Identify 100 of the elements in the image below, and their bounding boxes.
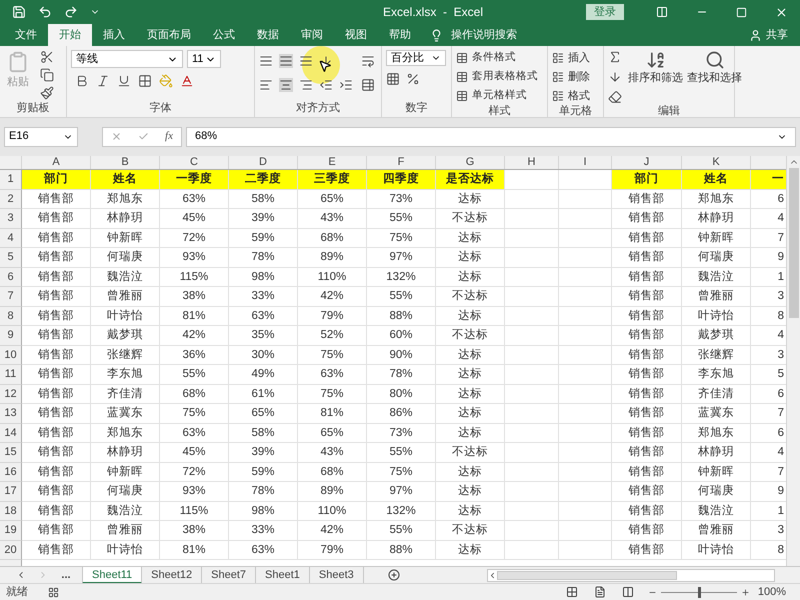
align-right-icon[interactable] xyxy=(299,78,313,92)
scroll-left-icon[interactable] xyxy=(488,570,497,580)
style-menu-button[interactable]: 单元格样式 xyxy=(456,88,538,104)
column-header[interactable]: D xyxy=(229,156,298,169)
italic-icon[interactable] xyxy=(96,74,110,88)
row-number[interactable]: 14 xyxy=(0,424,22,443)
maximize-icon[interactable] xyxy=(736,6,747,18)
align-center-icon[interactable] xyxy=(279,78,293,92)
cells-menu-button[interactable]: 插入 xyxy=(552,50,590,66)
zoom-slider[interactable] xyxy=(660,586,737,598)
share-button[interactable]: 共享 xyxy=(749,24,800,46)
row-number[interactable]: 4 xyxy=(0,228,22,248)
font-name-field[interactable]: 等线 xyxy=(71,50,183,68)
row-number[interactable]: 7 xyxy=(0,287,22,306)
align-bottom-icon[interactable] xyxy=(299,54,313,68)
login-button[interactable]: 登录 xyxy=(586,4,624,20)
formula-field[interactable]: 68% xyxy=(186,126,796,146)
row-number[interactable]: 20 xyxy=(0,540,22,560)
cells-menu-button[interactable]: 格式 xyxy=(552,88,590,104)
zoom-level[interactable]: 100% xyxy=(758,584,786,600)
insert-function-button[interactable]: fx xyxy=(165,128,173,145)
ribbon-tab[interactable]: 文件 xyxy=(4,24,48,46)
row-number[interactable]: 2 xyxy=(0,190,22,209)
horizontal-scrollbar[interactable] xyxy=(487,568,775,582)
indent-increase-icon[interactable] xyxy=(339,78,353,92)
ribbon-tab[interactable]: 审阅 xyxy=(290,24,334,46)
indent-decrease-icon[interactable] xyxy=(319,78,333,92)
clear-icon[interactable] xyxy=(608,90,622,104)
add-sheet-icon[interactable] xyxy=(388,569,400,581)
cut-icon[interactable] xyxy=(40,50,54,64)
column-header[interactable]: I xyxy=(559,156,612,169)
row-number[interactable]: 8 xyxy=(0,306,22,326)
number-format-field[interactable]: 百分比 xyxy=(386,50,446,66)
align-middle-icon[interactable] xyxy=(279,54,293,68)
fill-icon[interactable] xyxy=(608,70,622,84)
zoom-in-icon[interactable] xyxy=(740,588,750,596)
ribbon-tab[interactable]: 数据 xyxy=(246,24,290,46)
ribbon-display-icon[interactable] xyxy=(656,6,668,18)
scroll-thumb[interactable] xyxy=(788,168,798,318)
font-size-field[interactable]: 11 xyxy=(187,50,221,68)
column-header[interactable]: G xyxy=(436,156,505,169)
ribbon-tab[interactable]: 视图 xyxy=(334,24,378,46)
undo-icon[interactable] xyxy=(38,5,52,19)
column-header[interactable]: K xyxy=(682,156,751,169)
row-number[interactable]: 16 xyxy=(0,462,22,482)
border-icon[interactable] xyxy=(138,74,152,88)
row-number[interactable]: 6 xyxy=(0,268,22,287)
align-left-icon[interactable] xyxy=(259,78,273,92)
row-number[interactable]: 1 xyxy=(0,170,22,190)
row-number[interactable]: 19 xyxy=(0,521,22,540)
font-color-icon[interactable] xyxy=(180,74,194,88)
normal-view-icon[interactable] xyxy=(566,586,578,598)
redo-icon[interactable] xyxy=(64,5,78,19)
copy-icon[interactable] xyxy=(40,68,54,82)
page-layout-icon[interactable] xyxy=(594,586,606,598)
align-top-icon[interactable] xyxy=(259,54,273,68)
save-icon[interactable] xyxy=(12,5,26,19)
column-header[interactable]: C xyxy=(160,156,229,169)
row-number[interactable]: 9 xyxy=(0,326,22,346)
column-header[interactable]: A xyxy=(22,156,91,169)
row-number[interactable]: 10 xyxy=(0,346,22,365)
column-header[interactable]: E xyxy=(298,156,367,169)
ribbon-tab[interactable]: 公式 xyxy=(202,24,246,46)
close-icon[interactable] xyxy=(775,6,788,18)
editing-button[interactable]: 查找和选择 xyxy=(685,50,744,104)
row-number[interactable]: 11 xyxy=(0,365,22,384)
fill-color-icon[interactable] xyxy=(159,74,173,88)
vertical-scrollbar[interactable] xyxy=(786,156,800,566)
row-number[interactable]: 12 xyxy=(0,384,22,404)
percent-icon[interactable] xyxy=(406,72,420,86)
tell-me-field[interactable]: 操作说明搜索 xyxy=(451,26,517,44)
name-box[interactable]: E16 xyxy=(4,126,78,146)
sheet-tab[interactable]: Sheet11 xyxy=(82,566,142,584)
format-painter-icon[interactable] xyxy=(40,86,54,100)
ribbon-tab[interactable]: 插入 xyxy=(92,24,136,46)
autosum-icon[interactable] xyxy=(608,50,622,64)
scroll-thumb[interactable] xyxy=(497,570,677,580)
row-number[interactable]: 17 xyxy=(0,482,22,502)
row-number[interactable]: 18 xyxy=(0,502,22,521)
column-header[interactable]: B xyxy=(91,156,160,169)
page-break-icon[interactable] xyxy=(622,586,634,598)
zoom-thumb[interactable] xyxy=(698,586,701,598)
ribbon-tab[interactable]: 开始 xyxy=(48,24,92,46)
row-number[interactable]: 5 xyxy=(0,248,22,268)
more-sheets-button[interactable]: ... xyxy=(58,566,74,584)
style-menu-button[interactable]: 套用表格格式 xyxy=(456,69,538,85)
column-header[interactable]: J xyxy=(612,156,682,169)
ribbon-tab[interactable]: 页面布局 xyxy=(136,24,202,46)
editing-button[interactable]: 排序和筛选 xyxy=(626,50,685,104)
row-number[interactable]: 15 xyxy=(0,443,22,462)
column-header[interactable]: H xyxy=(505,156,559,169)
bold-icon[interactable] xyxy=(75,74,89,88)
row-number[interactable]: 13 xyxy=(0,404,22,424)
merge-icon[interactable] xyxy=(361,78,375,92)
column-header[interactable]: F xyxy=(367,156,436,169)
row-number[interactable]: 3 xyxy=(0,209,22,228)
underline-icon[interactable] xyxy=(117,74,131,88)
wrap-text-icon[interactable] xyxy=(361,54,375,68)
ribbon-tab[interactable]: 帮助 xyxy=(378,24,422,46)
style-menu-button[interactable]: 条件格式 xyxy=(456,50,538,66)
